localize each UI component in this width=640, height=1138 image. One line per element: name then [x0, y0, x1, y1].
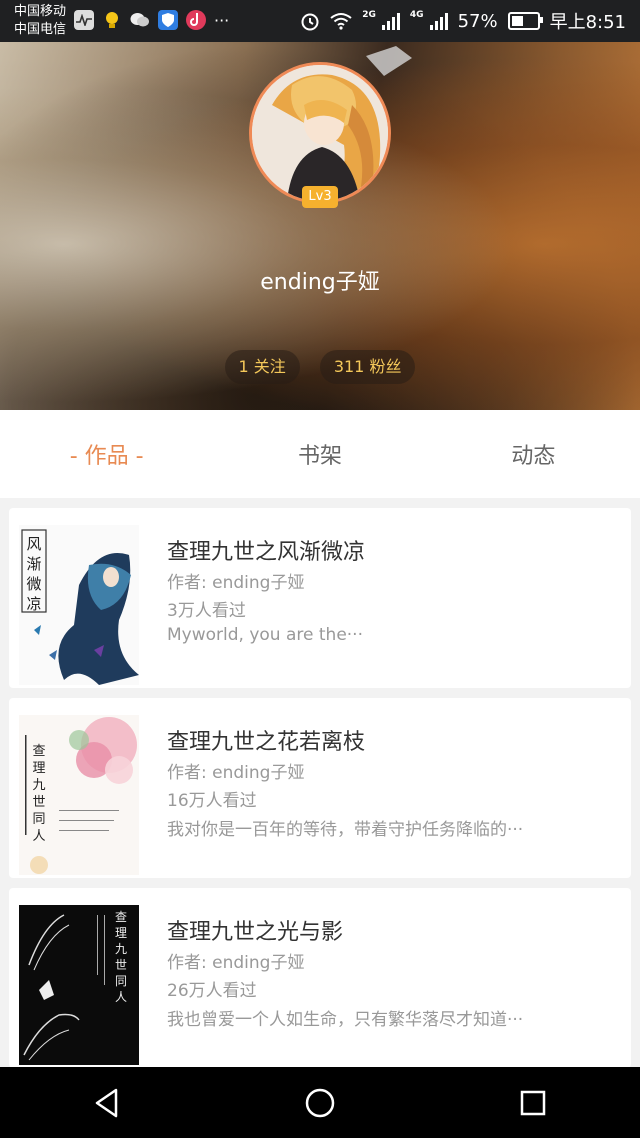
svg-text:理: 理 — [115, 926, 127, 940]
username: ending子娅 — [260, 270, 380, 295]
svg-text:微: 微 — [26, 575, 41, 593]
book-views: 3万人看过 — [167, 601, 246, 621]
home-circle-icon — [305, 1088, 335, 1117]
book-title: 查理九世之花若离枝 — [167, 730, 366, 755]
signal-4g-icon — [429, 12, 448, 30]
svg-text:世: 世 — [115, 958, 127, 972]
book-card[interactable]: 查 理 九 世 同 人 查理九世之花若离枝 作者: ending子娅 16万人看… — [9, 698, 631, 878]
svg-text:查: 查 — [32, 744, 45, 759]
network-2g-label: 2G — [362, 10, 376, 20]
svg-text:九: 九 — [115, 942, 127, 956]
book-views: 16万人看过 — [167, 791, 257, 811]
status-bar: 中国移动 中国电信 ··· 2G 4G 57% 早上8:51 — [0, 0, 640, 42]
signal-2g-icon — [381, 12, 400, 30]
book-title: 查理九世之风渐微凉 — [167, 540, 366, 565]
notification-icons: ··· — [74, 10, 229, 30]
svg-text:理: 理 — [32, 761, 45, 776]
carrier-labels: 中国移动 中国电信 — [14, 3, 66, 39]
carrier-2: 中国电信 — [14, 22, 67, 37]
tab-bookshelf[interactable]: 书架 — [213, 438, 426, 470]
tab-works[interactable]: - 作品 - — [0, 438, 213, 470]
status-right: 2G 4G 57% 早上8:51 — [300, 8, 626, 34]
followers-button[interactable]: 311 粉丝 — [319, 350, 416, 384]
bulb-icon — [102, 10, 122, 30]
carrier-1: 中国移动 — [14, 4, 67, 19]
back-button[interactable] — [77, 1073, 137, 1133]
book-description: Myworld, you are the··· — [167, 625, 363, 645]
recents-button[interactable] — [503, 1073, 563, 1133]
battery-icon — [507, 12, 543, 30]
activity-icon — [74, 10, 94, 30]
book-cover-art: 查 理 九 世 同 人 — [19, 905, 139, 1065]
svg-text:九: 九 — [32, 778, 45, 793]
tab-activity[interactable]: 动态 — [427, 438, 640, 470]
book-views: 26万人看过 — [167, 981, 257, 1001]
corner-decoration-icon — [366, 46, 412, 76]
follow-stats: 1 关注 311 粉丝 — [0, 350, 640, 384]
network-4g-label: 4G — [409, 10, 424, 20]
book-card[interactable]: 风 渐 微 凉 查理九世之风渐微凉 作者: ending子娅 3万人看过 Myw… — [9, 508, 631, 688]
svg-text:查: 查 — [115, 910, 127, 924]
recents-square-icon — [521, 1090, 546, 1115]
svg-text:人: 人 — [32, 829, 45, 844]
svg-text:风: 风 — [26, 535, 41, 553]
book-cover[interactable]: 查 理 九 世 同 人 — [19, 715, 139, 875]
book-cover[interactable]: 查 理 九 世 同 人 — [19, 905, 139, 1065]
svg-text:同: 同 — [32, 812, 45, 827]
following-button[interactable]: 1 关注 — [224, 350, 300, 384]
svg-text:世: 世 — [32, 795, 45, 810]
svg-text:同: 同 — [115, 974, 127, 988]
book-card[interactable]: 查 理 九 世 同 人 查理九世之光与影 作者: ending子娅 26万人看过… — [9, 888, 631, 1068]
avatar[interactable] — [249, 62, 391, 204]
book-description: 我对你是一百年的等待，带着守护任务降临的··· — [167, 820, 524, 840]
back-triangle-icon — [95, 1088, 117, 1117]
svg-text:渐: 渐 — [26, 555, 41, 573]
battery-percent: 57% — [457, 10, 498, 32]
home-button[interactable] — [290, 1073, 350, 1133]
profile-tabs: - 作品 - 书架 动态 — [0, 410, 640, 498]
navigation-bar — [0, 1067, 640, 1138]
clock: 早上8:51 — [549, 12, 626, 33]
book-cover-art: 风 渐 微 凉 — [19, 525, 139, 685]
wechat-icon — [130, 10, 150, 30]
book-author: 作者: ending子娅 — [167, 953, 305, 973]
level-badge: Lv3 — [302, 186, 338, 208]
book-author: 作者: ending子娅 — [167, 573, 305, 593]
svg-text:人: 人 — [115, 990, 127, 1004]
book-title: 查理九世之光与影 — [167, 920, 344, 945]
profile-header: Lv3 ending子娅 1 关注 311 粉丝 — [0, 42, 640, 410]
alarm-icon — [301, 13, 319, 31]
book-cover[interactable]: 风 渐 微 凉 — [19, 525, 139, 685]
book-author: 作者: ending子娅 — [167, 763, 305, 783]
more-dots-icon: ··· — [214, 10, 230, 30]
book-description: 我也曾爱一个人如生命，只有繁华落尽才知道··· — [167, 1010, 524, 1030]
avatar-wrap[interactable]: Lv3 — [249, 62, 391, 208]
avatar-illustration — [252, 65, 388, 201]
svg-text:凉: 凉 — [26, 595, 41, 613]
book-cover-art: 查 理 九 世 同 人 — [19, 715, 139, 875]
wifi-icon — [330, 13, 352, 30]
shield-icon — [158, 10, 178, 30]
tiktok-icon — [186, 10, 206, 30]
